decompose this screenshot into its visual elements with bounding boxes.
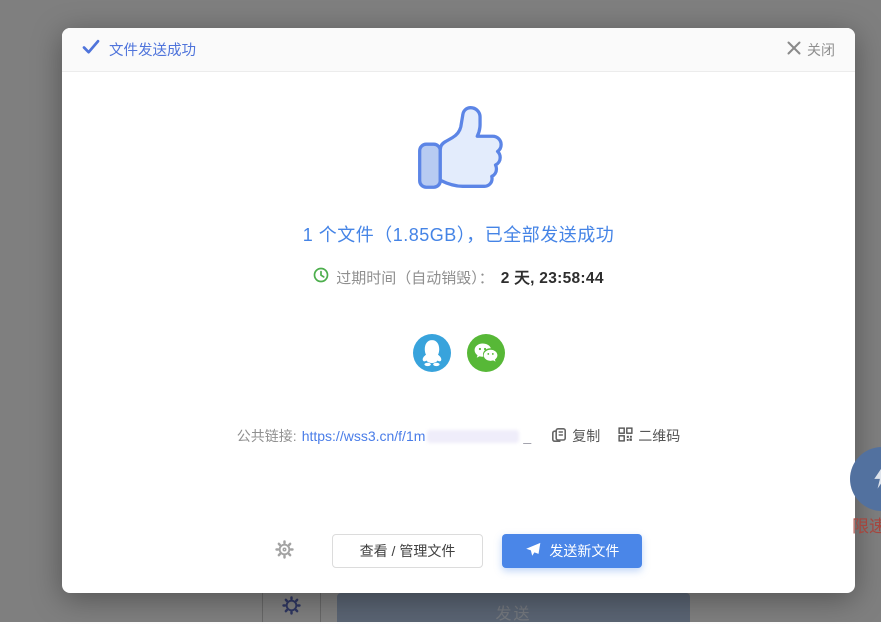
public-link-url[interactable]: https://wss3.cn/f/1m xyxy=(302,428,426,444)
qrcode-label: 二维码 xyxy=(638,426,680,446)
share-row xyxy=(413,334,505,372)
dialog-title: 文件发送成功 xyxy=(109,39,196,60)
qq-icon xyxy=(413,360,451,375)
qrcode-icon xyxy=(618,427,633,445)
public-link-label: 公共链接: xyxy=(237,426,297,446)
wechat-share-button[interactable] xyxy=(467,334,505,372)
redacted-url-blur xyxy=(427,430,519,443)
send-new-file-button[interactable]: 发送新文件 xyxy=(502,534,642,568)
expiry-row: 过期时间（自动销毁）： 2 天, 23:58:44 xyxy=(313,266,604,288)
check-icon xyxy=(82,39,100,60)
thumbs-up-icon xyxy=(409,103,509,196)
url-suffix: _ xyxy=(523,428,531,444)
close-button[interactable]: 关闭 xyxy=(787,40,835,60)
settings-button[interactable] xyxy=(275,540,294,562)
view-manage-files-button[interactable]: 查看 / 管理文件 xyxy=(332,534,484,568)
lightning-icon xyxy=(868,463,881,496)
dialog-header: 文件发送成功 关闭 xyxy=(62,28,855,72)
paper-plane-icon xyxy=(525,542,541,561)
wechat-icon xyxy=(467,360,505,375)
close-icon xyxy=(787,41,801,58)
close-label: 关闭 xyxy=(807,40,835,60)
copy-link-button[interactable]: 复制 xyxy=(551,426,600,446)
dialog-header-status: 文件发送成功 xyxy=(82,39,196,60)
qq-share-button[interactable] xyxy=(413,334,451,372)
copy-label: 复制 xyxy=(572,426,600,446)
expiry-value: 2 天, 23:58:44 xyxy=(501,266,604,288)
copy-icon xyxy=(551,427,567,446)
qrcode-button[interactable]: 二维码 xyxy=(618,426,680,446)
speed-badge-label: 限速 xyxy=(852,512,881,537)
file-sent-success-dialog: 文件发送成功 关闭 1 个文件（1.85GB），已全部发送成功 过期时间（自 xyxy=(62,28,855,593)
expiry-label: 过期时间（自动销毁）： xyxy=(336,267,494,288)
send-new-file-label: 发送新文件 xyxy=(549,541,619,561)
public-link-row: 公共链接: https://wss3.cn/f/1m _ 复制 xyxy=(237,426,680,446)
gear-icon xyxy=(275,540,294,562)
result-message: 1 个文件（1.85GB），已全部发送成功 xyxy=(303,221,615,247)
dialog-footer: 查看 / 管理文件 发送新文件 xyxy=(275,534,643,568)
clock-icon xyxy=(313,267,329,287)
